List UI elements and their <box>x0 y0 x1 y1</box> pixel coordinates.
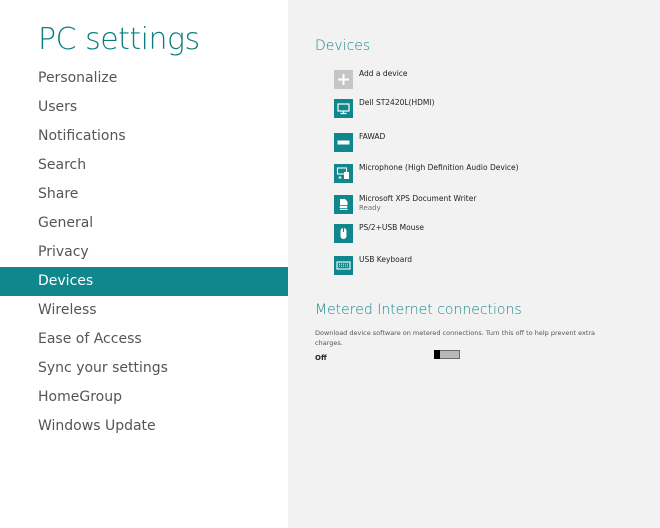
nav-item-sync-your-settings[interactable]: Sync your settings <box>0 354 288 383</box>
monitor-icon <box>334 99 353 118</box>
toggle-state-label: Off <box>315 354 327 362</box>
nav-item-devices[interactable]: Devices <box>0 267 288 296</box>
nav-item-wireless[interactable]: Wireless <box>0 296 288 325</box>
devices-section-title: Devices <box>315 38 371 54</box>
device-name: FAWAD <box>359 132 386 141</box>
device-name: USB Keyboard <box>359 255 413 264</box>
device-name: Add a device <box>359 69 408 78</box>
metered-download-toggle[interactable] <box>434 350 460 359</box>
metered-description: Download device software on metered conn… <box>315 329 596 347</box>
nav-item-search[interactable]: Search <box>0 151 288 180</box>
keyboard-icon <box>334 256 353 275</box>
nav-item-personalize[interactable]: Personalize <box>0 64 288 93</box>
nav-item-share[interactable]: Share <box>0 180 288 209</box>
navigation-pane: PC settings Personalize Users Notificati… <box>0 0 288 528</box>
device-name: Dell ST2420L(HDMI) <box>359 98 435 107</box>
device-name: Microsoft XPS Document Writer <box>359 194 477 203</box>
nav-item-windows-update[interactable]: Windows Update <box>0 412 288 441</box>
computer-icon <box>334 133 353 152</box>
device-name: PS/2+USB Mouse <box>359 223 424 232</box>
device-status: Ready <box>359 204 381 212</box>
content-pane: Devices Add a device Dell ST2420L(HDMI) … <box>288 0 660 528</box>
printer-icon <box>334 195 353 214</box>
metered-section-title: Metered Internet connections <box>315 302 522 318</box>
nav-item-general[interactable]: General <box>0 209 288 238</box>
settings-nav: Personalize Users Notifications Search S… <box>0 64 288 441</box>
nav-item-privacy[interactable]: Privacy <box>0 238 288 267</box>
nav-item-users[interactable]: Users <box>0 93 288 122</box>
nav-item-notifications[interactable]: Notifications <box>0 122 288 151</box>
microphone-device-icon <box>334 164 353 183</box>
nav-item-homegroup[interactable]: HomeGroup <box>0 383 288 412</box>
app-title: PC settings <box>38 22 200 57</box>
toggle-thumb <box>434 350 440 359</box>
plus-icon <box>334 70 353 89</box>
device-name: Microphone (High Definition Audio Device… <box>359 163 519 172</box>
nav-item-ease-of-access[interactable]: Ease of Access <box>0 325 288 354</box>
mouse-icon <box>334 224 353 243</box>
